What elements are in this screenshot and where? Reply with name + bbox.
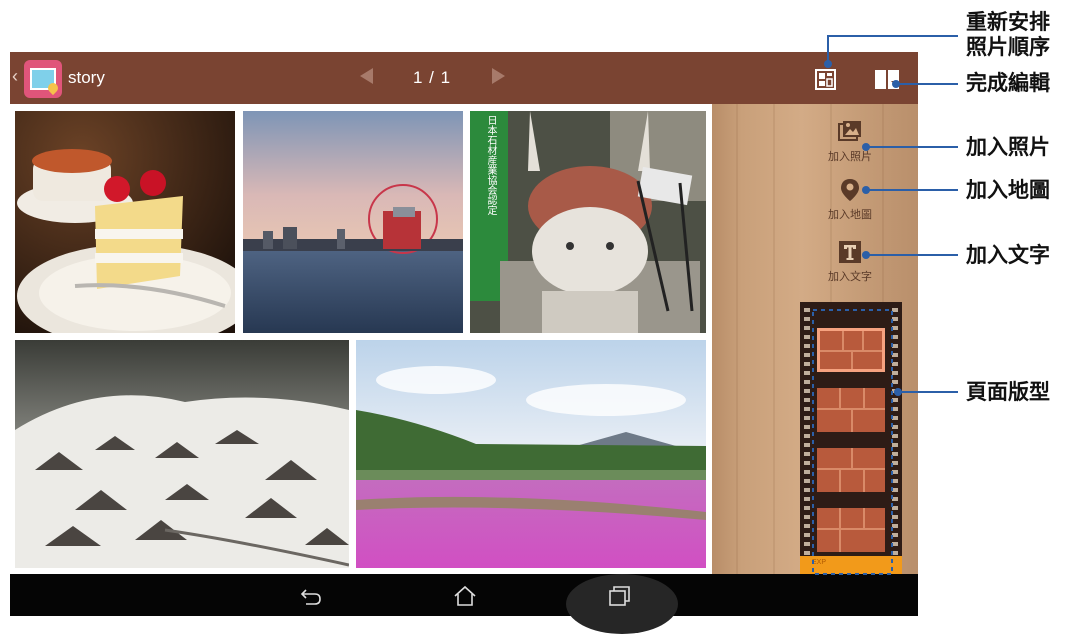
callout-rearrange-line1: 重新安排 [966,10,1050,34]
home-icon[interactable] [452,584,478,608]
callout-add-photo: 加入照片 [966,135,1050,159]
app-logo-icon[interactable] [24,60,62,98]
callout-add-map: 加入地圖 [966,178,1050,202]
next-page-icon[interactable] [492,68,505,84]
add-map-tool[interactable]: 加入地圖 [805,178,895,222]
text-icon [839,241,861,263]
stone-sign-text: 日本石材産業協会認定 [485,115,496,215]
add-photo-label: 加入照片 [828,151,872,163]
add-map-label: 加入地圖 [828,209,872,221]
back-chevron-icon[interactable]: ‹ [12,66,18,87]
system-nav-bar [10,574,918,634]
layout-thumbnail[interactable] [817,508,885,552]
add-photo-tool[interactable]: 加入照片 [805,120,895,164]
rearrange-photos-icon[interactable] [815,69,836,90]
photo-flower-field[interactable] [356,340,706,568]
add-text-tool[interactable]: 加入文字 [805,240,895,284]
back-icon[interactable] [298,584,324,608]
photo-snow-village[interactable] [15,340,349,568]
map-pin-icon [841,179,859,201]
story-page-canvas: 日本石材産業協会認定 [10,104,712,574]
photo-harbor[interactable] [243,111,463,333]
callout-add-text: 加入文字 [966,243,1050,267]
page-layout-filmstrip[interactable]: EXP [800,302,902,574]
film-footer-text: EXP [812,559,827,566]
add-photo-icon [838,121,861,141]
layout-thumbnail-selected[interactable] [817,328,885,372]
prev-page-icon[interactable] [360,68,373,84]
story-title: story [68,68,105,87]
top-app-bar: ‹ story 1 / 1 [10,52,918,104]
layout-thumbnail[interactable] [817,448,885,492]
callout-rearrange-line2: 照片順序 [966,35,1050,59]
photo-stone-cat[interactable]: 日本石材産業協会認定 [470,111,706,333]
recent-apps-icon[interactable] [606,584,632,608]
callout-done-edit: 完成編輯 [966,71,1050,95]
layout-thumbnail[interactable] [817,388,885,432]
photo-cake[interactable] [15,111,235,333]
callout-rearrange: 重新安排 照片順序 [966,10,1050,60]
finish-editing-icon[interactable] [874,69,900,90]
film-canister: EXP [800,556,902,574]
callout-page-layout: 頁面版型 [966,380,1050,404]
add-text-label: 加入文字 [828,271,872,283]
page-indicator: 1 / 1 [413,68,452,87]
